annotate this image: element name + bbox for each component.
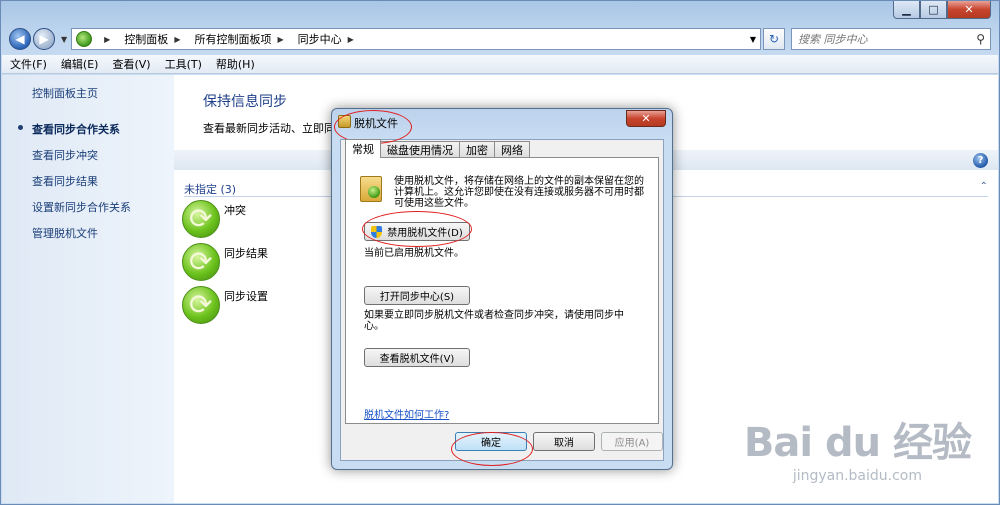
breadcrumb-item[interactable]: 所有控制面板项 ▶ <box>194 31 289 47</box>
menu-bar: 文件(F) 编辑(E) 查看(V) 工具(T) 帮助(H) <box>2 55 998 74</box>
sync-icon <box>182 286 220 324</box>
search-icon[interactable]: ⚲ <box>976 32 985 46</box>
chevron-right-icon: ▶ <box>104 34 111 44</box>
list-item-conflicts[interactable]: 冲突 <box>182 200 246 238</box>
offline-files-description: 使用脱机文件，将存储在网络上的文件的副本保留在您的计算机上。这允许您即使在没有连… <box>394 176 644 209</box>
tab-encryption[interactable]: 加密 <box>459 141 495 158</box>
sidebar-item-control-panel-home[interactable]: 控制面板主页 <box>32 85 174 101</box>
open-sync-center-button[interactable]: 打开同步中心(S) <box>364 286 470 305</box>
chevron-right-icon: ▶ <box>174 34 181 44</box>
menu-edit[interactable]: 编辑(E) <box>61 56 99 72</box>
group-header-label: 未指定 (3) <box>184 183 237 196</box>
breadcrumb-label: 所有控制面板项 <box>194 33 272 46</box>
address-dropdown-icon[interactable]: ▼ <box>750 35 756 44</box>
list-item-sync-settings[interactable]: 同步设置 <box>182 286 268 324</box>
list-item-label: 同步结果 <box>224 247 268 260</box>
watermark-logo: Bai du 经验 <box>743 420 972 466</box>
sidebar-item-view-results[interactable]: 查看同步结果 <box>32 173 174 189</box>
breadcrumb-item[interactable]: 控制面板 ▶ <box>124 31 186 47</box>
chevron-up-icon[interactable]: ⌃ <box>980 181 988 192</box>
address-row: ◀ ▶ ▼ ▶ 控制面板 ▶ 所有控制面板项 ▶ 同步中心 ▶ ▼ ↻ ⚲ <box>9 27 991 51</box>
dialog-close-button[interactable]: ✕ <box>626 110 666 127</box>
button-label: 确定 <box>481 438 501 449</box>
maximize-button[interactable]: □ <box>920 1 947 19</box>
refresh-button[interactable]: ↻ <box>763 28 785 50</box>
sync-hint-text: 如果要立即同步脱机文件或者检查同步冲突，请使用同步中心。 <box>364 310 624 332</box>
page-title: 保持信息同步 <box>203 94 287 110</box>
address-bar[interactable]: ▶ 控制面板 ▶ 所有控制面板项 ▶ 同步中心 ▶ ▼ <box>71 28 761 50</box>
offline-status-text: 当前已启用脱机文件。 <box>364 248 464 259</box>
menu-help[interactable]: 帮助(H) <box>216 56 255 72</box>
chevron-right-icon: ▶ <box>347 34 354 44</box>
cancel-button[interactable]: 取消 <box>533 432 595 451</box>
close-button[interactable]: ✕ <box>947 1 991 19</box>
sync-icon <box>182 243 220 281</box>
search-input[interactable] <box>798 32 968 46</box>
uac-shield-icon <box>371 226 382 238</box>
dialog-title: 脱机文件 <box>354 117 398 130</box>
sidebar-item-new-partnership[interactable]: 设置新同步合作关系 <box>32 199 174 215</box>
menu-file[interactable]: 文件(F) <box>10 56 47 72</box>
dialog-body: 常规 磁盘使用情况 加密 网络 使用脱机文件，将存储在网络上的文件的副本保留在您… <box>340 139 664 461</box>
minimize-button[interactable]: ▁ <box>893 1 920 19</box>
menu-tools[interactable]: 工具(T) <box>165 56 202 72</box>
button-label: 查看脱机文件(V) <box>379 354 455 365</box>
tab-strip: 常规 磁盘使用情况 加密 网络 <box>345 139 530 158</box>
left-navigation-pane: 控制面板主页 查看同步合作关系 查看同步冲突 查看同步结果 设置新同步合作关系 … <box>2 75 174 503</box>
sidebar-item-manage-offline-files[interactable]: 管理脱机文件 <box>32 225 174 241</box>
how-offline-files-work-link[interactable]: 脱机文件如何工作? <box>364 406 449 421</box>
watermark-url: jingyan.baidu.com <box>792 468 923 484</box>
menu-view[interactable]: 查看(V) <box>112 56 150 72</box>
sync-center-icon <box>76 31 93 47</box>
close-icon: ✕ <box>641 112 651 125</box>
offline-files-dialog: 脱机文件 ✕ 常规 磁盘使用情况 加密 网络 使用脱机文件，将存储在网络上的文件… <box>331 108 673 470</box>
back-button[interactable]: ◀ <box>9 28 31 50</box>
caption-buttons: ▁ □ ✕ <box>893 1 991 19</box>
button-label: 取消 <box>554 438 574 449</box>
list-item-label: 冲突 <box>224 204 246 217</box>
list-item-label: 同步设置 <box>224 290 268 303</box>
list-item-sync-results[interactable]: 同步结果 <box>182 243 268 281</box>
sidebar-item-view-partnerships[interactable]: 查看同步合作关系 <box>18 121 174 137</box>
sidebar-item-view-conflicts[interactable]: 查看同步冲突 <box>32 147 174 163</box>
back-arrow-icon: ◀ <box>15 32 25 46</box>
disable-offline-files-button[interactable]: 禁用脱机文件(D) <box>364 222 470 241</box>
apply-button: 应用(A) <box>601 432 663 451</box>
breadcrumb-label: 控制面板 <box>124 33 169 46</box>
ok-button[interactable]: 确定 <box>455 432 527 451</box>
search-box[interactable]: ⚲ <box>791 28 991 50</box>
button-label: 禁用脱机文件(D) <box>387 228 463 239</box>
recent-pages-dropdown-icon[interactable]: ▼ <box>61 35 67 44</box>
view-offline-files-button[interactable]: 查看脱机文件(V) <box>364 348 470 367</box>
refresh-icon: ↻ <box>768 32 780 46</box>
tab-network[interactable]: 网络 <box>494 141 530 158</box>
forward-button[interactable]: ▶ <box>33 28 55 50</box>
tab-disk-usage[interactable]: 磁盘使用情况 <box>380 141 460 158</box>
tab-general[interactable]: 常规 <box>345 139 381 158</box>
breadcrumb-label: 同步中心 <box>297 33 342 46</box>
page-description: 查看最新同步活动、立即同步 <box>203 122 346 135</box>
breadcrumb-item[interactable]: 同步中心 ▶ <box>298 31 360 47</box>
general-tab-panel: 使用脱机文件，将存储在网络上的文件的副本保留在您的计算机上。这允许您即使在没有连… <box>345 157 659 424</box>
help-icon[interactable]: ? <box>973 153 988 168</box>
baidu-watermark: Bai du 经验 jingyan.baidu.com <box>743 410 972 484</box>
button-label: 打开同步中心(S) <box>379 292 455 303</box>
sync-icon <box>182 200 220 238</box>
chevron-right-icon: ▶ <box>277 34 284 44</box>
forward-arrow-icon: ▶ <box>39 32 49 46</box>
breadcrumb-root-chevron[interactable]: ▶ <box>98 35 116 44</box>
offline-folder-icon <box>360 176 382 202</box>
offline-files-icon <box>338 115 351 128</box>
button-label: 应用(A) <box>614 438 650 449</box>
